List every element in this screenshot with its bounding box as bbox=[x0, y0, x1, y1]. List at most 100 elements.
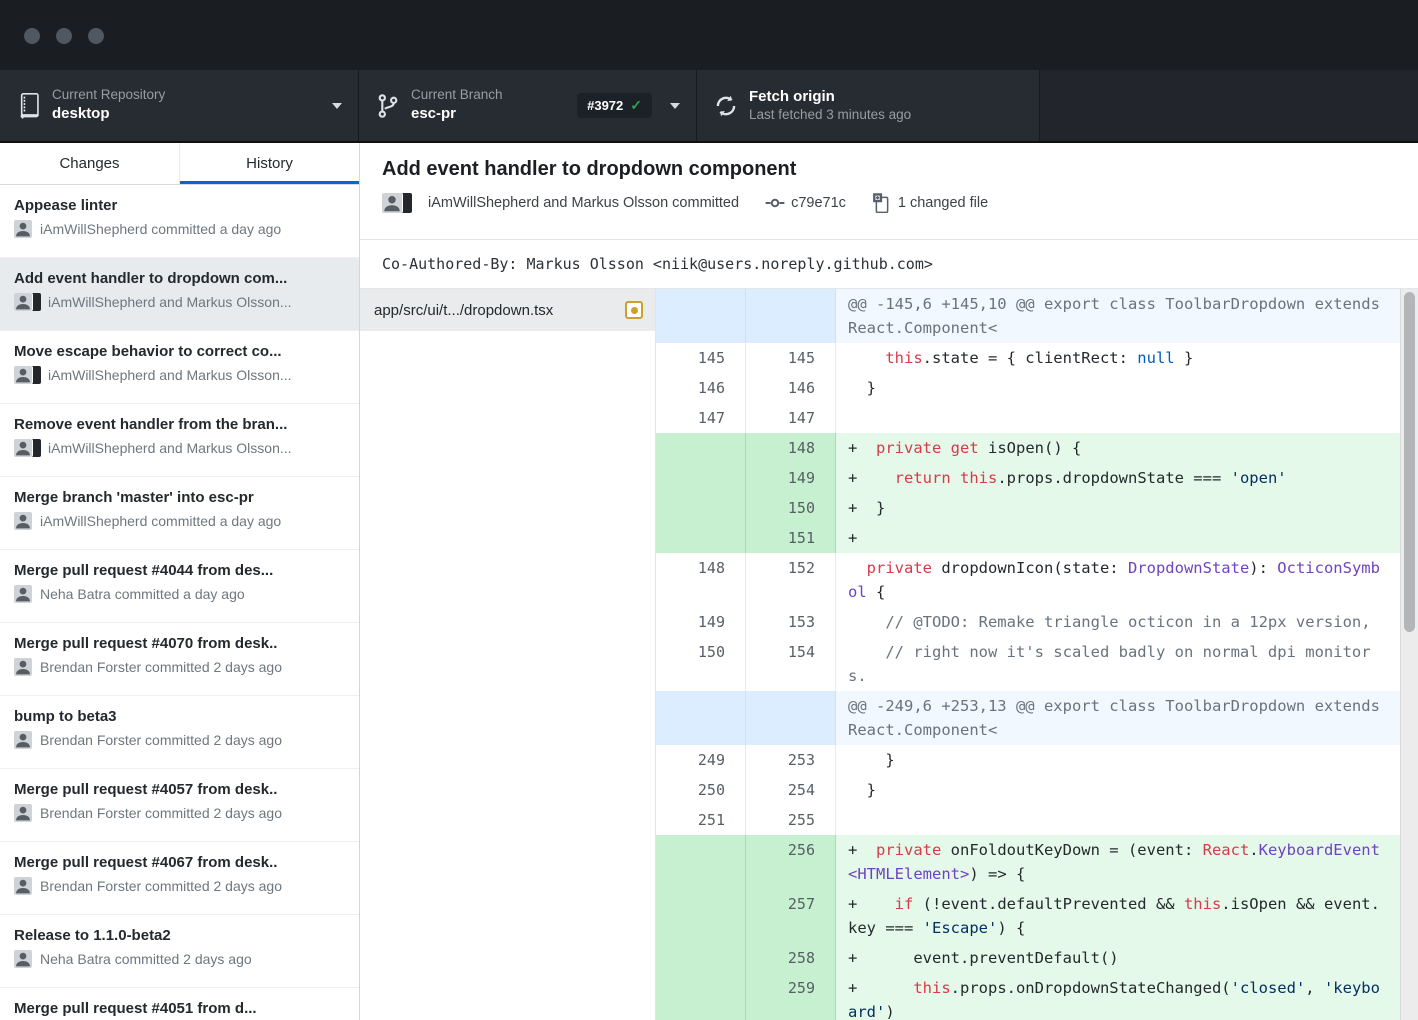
diff-line-content: + private onFoldoutKeyDown = (event: Rea… bbox=[836, 835, 1400, 889]
changed-files-count: 1 changed file bbox=[898, 195, 988, 211]
diff-line: 146146 } bbox=[656, 373, 1400, 403]
diff-scrollbar-thumb[interactable] bbox=[1404, 292, 1415, 632]
tab-history[interactable]: History bbox=[180, 143, 359, 184]
commit-hash[interactable]: c79e71c bbox=[791, 195, 846, 211]
old-line-number bbox=[656, 289, 746, 343]
old-line-number: 146 bbox=[656, 373, 746, 403]
commit-list-item[interactable]: Merge pull request #4057 from desk..Bren… bbox=[0, 769, 359, 842]
current-branch-button[interactable]: Current Branch esc-pr #3972 ✓ bbox=[359, 70, 697, 141]
repo-icon bbox=[16, 93, 42, 119]
avatar bbox=[14, 804, 32, 822]
window-titlebar bbox=[0, 0, 1418, 70]
diff-line: 150154 // right now it's scaled badly on… bbox=[656, 637, 1400, 691]
new-line-number: 150 bbox=[746, 493, 836, 523]
old-line-number bbox=[656, 523, 746, 553]
commit-list-item[interactable]: Remove event handler from the bran... iAm… bbox=[0, 404, 359, 477]
file-list-item[interactable]: app/src/ui/t.../dropdown.tsx bbox=[360, 289, 655, 331]
commit-item-meta-text: Brendan Forster committed 2 days ago bbox=[40, 732, 282, 748]
commit-item-meta: Brendan Forster committed 2 days ago bbox=[14, 877, 345, 895]
diff-line: 148152 private dropdownIcon(state: Dropd… bbox=[656, 553, 1400, 607]
commit-item-title: bump to beta3 bbox=[14, 708, 345, 725]
avatar bbox=[14, 877, 32, 895]
avatar bbox=[14, 512, 32, 530]
commit-item-title: Remove event handler from the bran... bbox=[14, 416, 345, 433]
commit-list-item[interactable]: Merge pull request #4051 from d... bbox=[0, 988, 359, 1020]
avatar bbox=[14, 950, 32, 968]
commit-description: Co-Authored-By: Markus Olsson <niik@user… bbox=[360, 240, 1418, 289]
diff-line: 149+ return this.props.dropdownState ===… bbox=[656, 463, 1400, 493]
commit-list-item[interactable]: Merge pull request #4067 from desk..Bren… bbox=[0, 842, 359, 915]
diff-line-content: } bbox=[836, 745, 1400, 775]
avatar bbox=[14, 439, 40, 457]
old-line-number: 148 bbox=[656, 553, 746, 607]
pr-status-badge[interactable]: #3972 ✓ bbox=[577, 93, 652, 118]
commit-item-meta: iAmWillShepherd and Markus Olsson... bbox=[14, 439, 345, 457]
commit-list-item[interactable]: Release to 1.1.0-beta2Neha Batra committ… bbox=[0, 915, 359, 988]
new-line-number: 255 bbox=[746, 805, 836, 835]
commit-list-item[interactable]: bump to beta3 Brendan Forster committed 2… bbox=[0, 696, 359, 769]
diff-line-content: this.state = { clientRect: null } bbox=[836, 343, 1400, 373]
new-line-number: 259 bbox=[746, 973, 836, 1020]
old-line-number: 147 bbox=[656, 403, 746, 433]
git-branch-icon bbox=[375, 93, 401, 119]
avatar bbox=[14, 804, 32, 822]
commit-list: Appease linteriAmWillShepherd committed … bbox=[0, 185, 359, 1020]
diff-view: @@ -145,6 +145,10 @@ export class Toolba… bbox=[656, 289, 1418, 1020]
zoom-button[interactable] bbox=[88, 28, 104, 44]
commit-list-item[interactable]: Add event handler to dropdown com...iAmW… bbox=[0, 258, 359, 331]
commit-list-item[interactable]: Appease linteriAmWillShepherd committed … bbox=[0, 185, 359, 258]
commit-item-title: Merge branch 'master' into esc-pr bbox=[14, 489, 345, 506]
commit-item-title: Merge pull request #4070 from desk.. bbox=[14, 635, 345, 652]
diff-scrollbar[interactable] bbox=[1400, 289, 1418, 1020]
commit-header: Add event handler to dropdown component … bbox=[360, 143, 1418, 240]
diff-hunk-header: @@ -145,6 +145,10 @@ export class Toolba… bbox=[656, 289, 1400, 343]
commit-item-title: Merge pull request #4044 from des... bbox=[14, 562, 345, 579]
diff-line-content: + bbox=[836, 523, 1400, 553]
current-repository-value: desktop bbox=[52, 105, 165, 124]
diff-line-content: + this.props.onDropdownStateChanged('clo… bbox=[836, 973, 1400, 1020]
fetch-origin-button[interactable]: Fetch origin Last fetched 3 minutes ago bbox=[697, 70, 1040, 141]
commit-item-meta-text: Brendan Forster committed 2 days ago bbox=[40, 878, 282, 894]
avatar bbox=[14, 512, 32, 530]
old-line-number: 149 bbox=[656, 607, 746, 637]
minimize-button[interactable] bbox=[56, 28, 72, 44]
current-repository-button[interactable]: Current Repository desktop bbox=[0, 70, 359, 141]
diff-line: 147147 bbox=[656, 403, 1400, 433]
commit-detail-pane: Add event handler to dropdown component … bbox=[360, 143, 1418, 1020]
commit-list-item[interactable]: Merge pull request #4070 from desk..Bren… bbox=[0, 623, 359, 696]
diff-line-content: // @TODO: Remake triangle octicon in a 1… bbox=[836, 607, 1400, 637]
diff-line-content: } bbox=[836, 373, 1400, 403]
commit-item-meta: Neha Batra committed 2 days ago bbox=[14, 950, 345, 968]
commit-item-title: Merge pull request #4051 from d... bbox=[14, 1000, 345, 1017]
new-line-number: 148 bbox=[746, 433, 836, 463]
diff-hunk-header: @@ -249,6 +253,13 @@ export class Toolba… bbox=[656, 691, 1400, 745]
fetch-origin-subtitle: Last fetched 3 minutes ago bbox=[749, 107, 911, 124]
commit-item-title: Add event handler to dropdown com... bbox=[14, 270, 345, 287]
traffic-lights bbox=[24, 28, 104, 44]
new-line-number: 152 bbox=[746, 553, 836, 607]
commit-list-item[interactable]: Merge pull request #4044 from des... Neha… bbox=[0, 550, 359, 623]
new-line-number bbox=[746, 289, 836, 343]
diff-line-content bbox=[836, 805, 1400, 835]
commit-item-meta-text: Neha Batra committed a day ago bbox=[40, 586, 245, 602]
avatar bbox=[14, 731, 32, 749]
avatar bbox=[14, 366, 40, 384]
current-repository-label: Current Repository bbox=[52, 87, 165, 104]
close-button[interactable] bbox=[24, 28, 40, 44]
tab-changes[interactable]: Changes bbox=[0, 143, 180, 184]
old-line-number: 150 bbox=[656, 637, 746, 691]
diff-line-content: // right now it's scaled badly on normal… bbox=[836, 637, 1400, 691]
history-sidebar: Changes History Appease linteriAmWillShe… bbox=[0, 143, 360, 1020]
new-line-number: 147 bbox=[746, 403, 836, 433]
commit-list-item[interactable]: Move escape behavior to correct co...iAm… bbox=[0, 331, 359, 404]
avatar bbox=[14, 220, 32, 238]
diff-line: 258+ event.preventDefault() bbox=[656, 943, 1400, 973]
avatar bbox=[14, 877, 32, 895]
diff-line: 257+ if (!event.defaultPrevented && this… bbox=[656, 889, 1400, 943]
diff-line: 148+ private get isOpen() { bbox=[656, 433, 1400, 463]
avatar bbox=[14, 585, 32, 603]
diff-line-content: private dropdownIcon(state: DropdownStat… bbox=[836, 553, 1400, 607]
modified-status-icon bbox=[625, 301, 643, 319]
commit-list-item[interactable]: Merge branch 'master' into esc-priAmWill… bbox=[0, 477, 359, 550]
new-line-number: 151 bbox=[746, 523, 836, 553]
